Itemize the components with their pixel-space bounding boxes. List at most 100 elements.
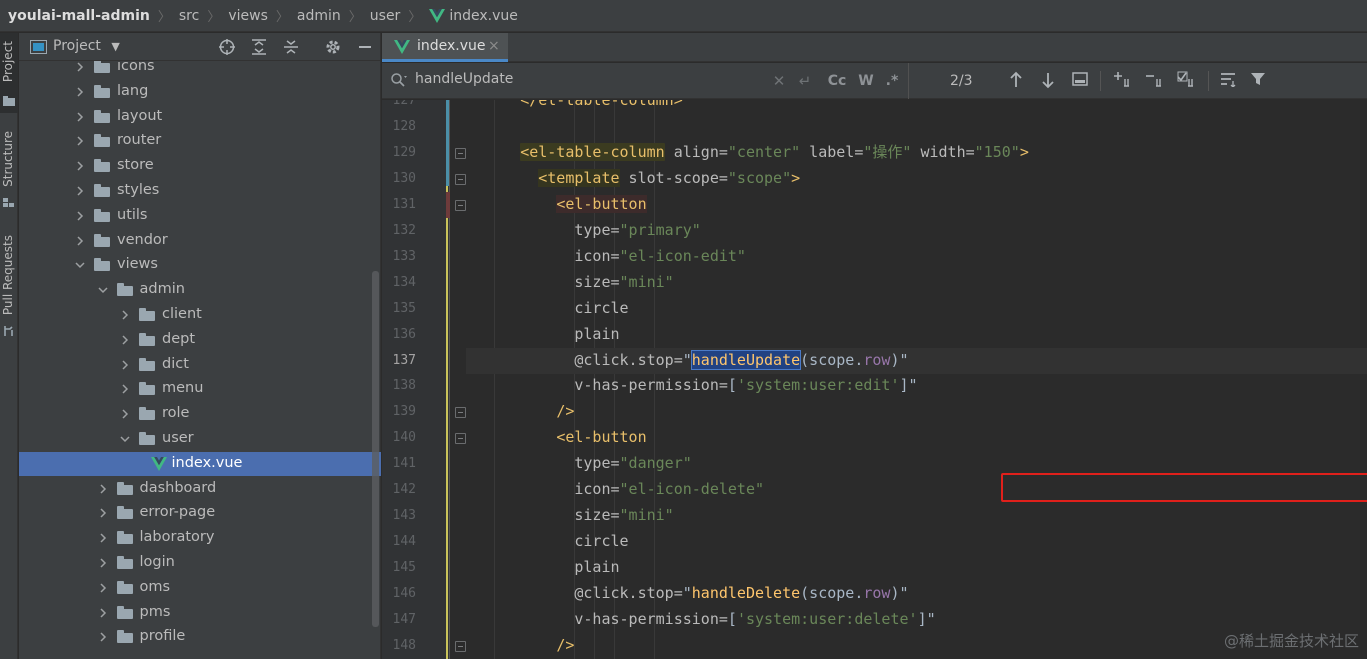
tree-scrollbar[interactable]	[372, 271, 379, 627]
regex-toggle[interactable]: .*	[882, 71, 902, 91]
chevron-right-icon[interactable]	[98, 508, 108, 518]
tree-item-icons[interactable]: icons	[19, 61, 381, 79]
chevron-right-icon[interactable]	[98, 583, 108, 593]
chevron-right-icon[interactable]	[75, 136, 85, 146]
code-line[interactable]: size="mini"	[466, 503, 673, 529]
minimize-icon[interactable]	[356, 38, 374, 56]
tree-item-lang[interactable]: lang	[19, 80, 381, 104]
chevron-right-icon[interactable]	[75, 236, 85, 246]
code-line[interactable]: <el-button	[466, 192, 647, 218]
locate-icon[interactable]	[218, 38, 236, 56]
chevron-right-icon[interactable]	[120, 310, 130, 320]
chevron-down-icon[interactable]	[75, 260, 85, 270]
tree-item-role[interactable]: role	[19, 402, 381, 426]
search-input[interactable]	[415, 71, 755, 87]
code-line[interactable]: circle	[466, 529, 628, 555]
new-line-icon[interactable]: ↵	[796, 71, 814, 91]
whole-words-toggle[interactable]: W	[856, 71, 876, 91]
previous-occurrence-icon[interactable]	[1006, 71, 1026, 91]
tree-item-client[interactable]: client	[19, 303, 381, 327]
fold-icon[interactable]	[455, 433, 466, 445]
project-view-selector[interactable]: Project ▼	[53, 38, 120, 54]
close-icon[interactable]: ×	[488, 38, 500, 54]
tool-tab-structure[interactable]: Structure	[0, 127, 18, 213]
filter-icon[interactable]	[1248, 71, 1268, 91]
fold-icon[interactable]	[455, 640, 466, 652]
chevron-right-icon[interactable]	[75, 186, 85, 196]
code-line[interactable]: v-has-permission=['system:user:delete']"	[466, 607, 935, 633]
code-line[interactable]: />	[466, 399, 574, 425]
editor-tab-index-vue[interactable]: index.vue ×	[382, 33, 508, 62]
tree-item-profile[interactable]: profile	[19, 625, 381, 649]
gear-icon[interactable]	[324, 38, 342, 56]
tree-item-menu[interactable]: menu	[19, 377, 381, 401]
vcs-change-marker[interactable]	[446, 186, 448, 659]
tree-item-dashboard[interactable]: dashboard	[19, 477, 381, 501]
tree-item-laboratory[interactable]: laboratory	[19, 526, 381, 550]
tree-item-layout[interactable]: layout	[19, 105, 381, 129]
fold-icon[interactable]	[455, 173, 466, 185]
fold-icon[interactable]	[455, 147, 466, 159]
tree-item-index-vue[interactable]: index.vue	[19, 451, 381, 476]
chevron-right-icon[interactable]	[75, 161, 85, 171]
code-line[interactable]: size="mini"	[466, 270, 673, 296]
tree-item-vendor[interactable]: vendor	[19, 229, 381, 253]
tree-item-oms[interactable]: oms	[19, 576, 381, 600]
tree-item-styles[interactable]: styles	[19, 179, 381, 203]
chevron-right-icon[interactable]	[98, 533, 108, 543]
code-line[interactable]: @click.stop="handleDelete(scope.row)"	[466, 581, 908, 607]
code-area[interactable]: </el-table-column> <el-table-column alig…	[466, 100, 1367, 659]
chevron-right-icon[interactable]	[120, 409, 130, 419]
tree-item-error-page[interactable]: error-page	[19, 501, 381, 525]
breadcrumb-admin[interactable]: admin 〉	[297, 6, 370, 26]
tree-item-pms[interactable]: pms	[19, 601, 381, 625]
fold-icon[interactable]	[455, 199, 466, 211]
code-line[interactable]: type="danger"	[466, 451, 691, 477]
chevron-right-icon[interactable]	[75, 211, 85, 221]
code-line[interactable]: <el-table-column align="center" label="操…	[466, 140, 1029, 166]
collapse-all-icon[interactable]	[282, 38, 300, 56]
chevron-right-icon[interactable]	[98, 558, 108, 568]
code-line[interactable]: />	[466, 633, 574, 659]
select-all-occurrences-icon[interactable]	[1176, 71, 1198, 91]
vcs-deleted-marker[interactable]	[446, 192, 450, 218]
code-line[interactable]: </el-table-column>	[466, 100, 683, 114]
tree-item-admin[interactable]: admin	[19, 278, 381, 302]
search-icon[interactable]	[390, 72, 407, 88]
find-in-window-icon[interactable]	[1070, 71, 1090, 91]
tree-item-dict[interactable]: dict	[19, 353, 381, 377]
next-occurrence-icon[interactable]	[1038, 71, 1058, 91]
match-case-toggle[interactable]: Cc	[824, 71, 850, 91]
breadcrumb-src[interactable]: src 〉	[179, 6, 228, 26]
tree-item-dept[interactable]: dept	[19, 328, 381, 352]
tree-item-router[interactable]: router	[19, 129, 381, 153]
tree-item-login[interactable]: login	[19, 551, 381, 575]
code-line[interactable]: icon="el-icon-delete"	[466, 477, 764, 503]
code-line[interactable]: circle	[466, 296, 628, 322]
breadcrumb-project[interactable]: youlai-mall-admin 〉	[8, 6, 179, 26]
breadcrumb-user[interactable]: user 〉	[370, 6, 430, 26]
code-line[interactable]: plain	[466, 555, 619, 581]
chevron-right-icon[interactable]	[120, 335, 130, 345]
code-line[interactable]: <el-button	[466, 425, 646, 451]
clear-search-icon[interactable]: ✕	[771, 71, 787, 91]
code-line[interactable]: plain	[466, 322, 619, 348]
tree-item-store[interactable]: store	[19, 154, 381, 178]
breadcrumb-file[interactable]: index.vue	[429, 8, 518, 24]
chevron-right-icon[interactable]	[120, 360, 130, 370]
code-line[interactable]: type="primary"	[466, 218, 700, 244]
code-line[interactable]: icon="el-icon-edit"	[466, 244, 746, 270]
add-occurrence-icon[interactable]	[1112, 71, 1134, 91]
chevron-down-icon[interactable]	[120, 434, 130, 444]
tree-item-views[interactable]: views	[19, 253, 381, 277]
chevron-right-icon[interactable]	[98, 608, 108, 618]
code-line[interactable]: @click.stop="handleUpdate(scope.row)"	[466, 347, 1367, 374]
chevron-right-icon[interactable]	[98, 632, 108, 642]
chevron-right-icon[interactable]	[120, 384, 130, 394]
remove-occurrence-icon[interactable]	[1144, 71, 1166, 91]
fold-icon[interactable]	[455, 407, 466, 419]
tool-tab-project[interactable]: Project	[0, 33, 18, 113]
vcs-change-marker[interactable]	[446, 100, 449, 186]
chevron-right-icon[interactable]	[75, 112, 85, 122]
breadcrumb-views[interactable]: views 〉	[228, 6, 297, 26]
